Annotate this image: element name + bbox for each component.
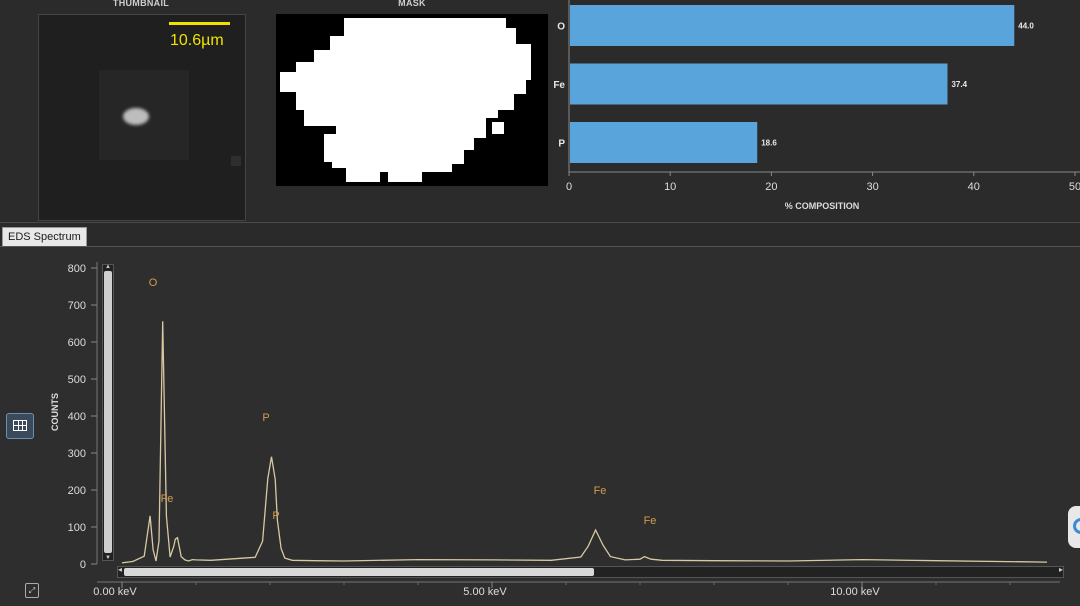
tab-eds-spectrum[interactable]: EDS Spectrum (2, 227, 87, 246)
peak-labels: O Fe P P Fe Fe (149, 277, 657, 527)
scroll-up-arrow-icon[interactable]: ▲ (105, 264, 111, 270)
mask-image (276, 14, 548, 186)
side-panel-icon (1073, 518, 1080, 534)
composition-tick-label: 20 (765, 181, 777, 193)
spectrum-x-tick-label: 5.00 keV (463, 586, 507, 598)
scale-bar-label: 10.6µm (170, 32, 224, 49)
thumbnail-speck (231, 156, 241, 166)
peak-label: Fe (644, 515, 657, 527)
composition-tick-label: 40 (968, 181, 980, 193)
scroll-right-arrow-icon[interactable]: ▸ (1059, 565, 1063, 574)
expand-icon[interactable]: ⤢ (25, 583, 39, 598)
composition-category-label: O (557, 22, 565, 33)
spectrum-y-tick-label: 800 (68, 263, 86, 275)
spectrum-y-tick-label: 400 (68, 411, 86, 423)
composition-x-label: % COMPOSITION (785, 201, 860, 211)
spectrum-y-tick-label: 200 (68, 485, 86, 497)
scroll-left-arrow-icon[interactable]: ◂ (118, 565, 122, 574)
horizontal-zoom-scrollbar[interactable]: ◂ ▸ (117, 565, 1064, 578)
horizontal-scroll-thumb[interactable] (124, 568, 594, 576)
vertical-zoom-scrollbar[interactable]: ▲ ▼ (102, 264, 114, 561)
particle-image (123, 108, 149, 125)
composition-chart: O Fe P 44.0 37.4 18.6 0 10 20 30 40 50 % COMPOSIT… (553, 0, 1080, 211)
scale-bar (169, 22, 230, 25)
spectrum-y-tick-label: 100 (68, 522, 86, 534)
composition-tick-label: 30 (866, 181, 878, 193)
spectrum-y-tick-label: 600 (68, 337, 86, 349)
composition-value-label: 44.0 (1018, 22, 1034, 31)
composition-bar (570, 122, 758, 163)
peak-label: O (149, 277, 158, 289)
spectrum-y-tick-label: 700 (68, 300, 86, 312)
peak-label: Fe (161, 493, 174, 505)
peak-label: P (262, 412, 269, 424)
vertical-scroll-thumb[interactable] (104, 271, 112, 553)
table-view-button[interactable] (6, 413, 34, 439)
spectrum-x-tick-label: 10.00 keV (830, 586, 880, 598)
spectrum-y-tick-label: 300 (68, 448, 86, 460)
panel-divider (0, 222, 1080, 223)
peak-label: Fe (594, 485, 607, 497)
composition-categories: O Fe P (553, 22, 565, 150)
eds-spectrum-chart: COUNTS 800 700 600 500 400 300 200 100 0 0.00 ke… (50, 262, 1060, 598)
composition-bars (570, 5, 1015, 163)
spectrum-y-tick-label: 500 (68, 374, 86, 386)
spectrum-line (121, 321, 1048, 564)
spectrum-x-tick-label: 0.00 keV (93, 586, 137, 598)
composition-category-label: Fe (553, 80, 565, 91)
composition-tick-label: 50 (1069, 181, 1080, 193)
thumbnail-image: 10.6µm (38, 14, 246, 221)
composition-category-label: P (558, 139, 565, 150)
composition-bar (570, 5, 1015, 46)
spectrum-x-ticks: 0.00 keV 5.00 keV 10.00 keV (93, 582, 1011, 598)
spectrum-y-tick-label: 0 (80, 559, 86, 571)
composition-value-label: 37.4 (951, 80, 967, 89)
composition-tick-label: 10 (664, 181, 676, 193)
spectrum-y-label: COUNTS (50, 393, 60, 431)
composition-tick-label: 0 (566, 181, 572, 193)
side-panel-toggle-button[interactable] (1068, 506, 1080, 548)
scroll-down-arrow-icon[interactable]: ▼ (105, 555, 111, 561)
composition-x-ticks: 0 10 20 30 40 50 (566, 172, 1080, 193)
thumbnail-label: THUMBNAIL (112, 0, 170, 8)
composition-bar (570, 63, 948, 105)
composition-value-label: 18.6 (761, 139, 777, 148)
mask-label: MASK (398, 0, 426, 8)
mask-notch (492, 122, 504, 134)
peak-label: P (272, 510, 279, 522)
spectrum-y-ticks: 800 700 600 500 400 300 200 100 0 (68, 263, 97, 571)
tab-strip: EDS Spectrum (0, 224, 1080, 247)
mask-shape (280, 18, 531, 182)
